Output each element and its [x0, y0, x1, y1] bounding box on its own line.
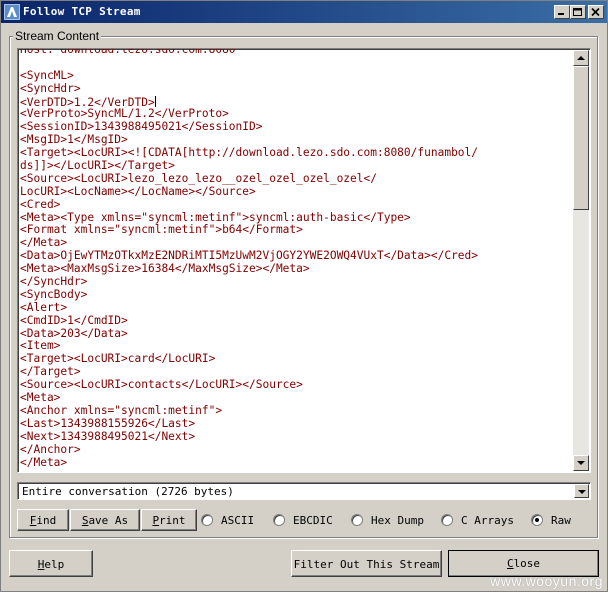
find-label: Find — [29, 514, 57, 527]
filter-out-label: Filter Out This Stream — [293, 558, 440, 571]
stream-line: LocURI><LocName></LocName></Source> — [20, 184, 256, 198]
print-label: Print — [152, 514, 186, 527]
maximize-button[interactable] — [570, 5, 586, 19]
conversation-select-value: Entire conversation (2726 bytes) — [22, 485, 234, 498]
wireshark-fin-icon — [4, 4, 20, 20]
stream-line: </Anchor> — [20, 442, 81, 456]
stream-line: <Source><LocURI>contacts</LocURI></Sourc… — [20, 378, 303, 392]
scroll-thumb[interactable] — [573, 66, 589, 210]
close-window-button[interactable] — [588, 5, 604, 19]
conversation-select[interactable]: Entire conversation (2726 bytes) — [17, 482, 591, 500]
scroll-down-button[interactable] — [573, 455, 589, 471]
stream-line: <SyncHdr> — [20, 81, 81, 95]
save-as-button[interactable]: Save As — [70, 509, 140, 531]
radio-label: Hex Dump — [371, 514, 424, 527]
stream-line — [20, 57, 574, 70]
stream-line: Host: download.lezo.sdo.com:8080 — [20, 48, 236, 56]
minimize-button[interactable] — [554, 5, 570, 19]
radio-circle — [201, 514, 213, 526]
text-caret — [154, 95, 156, 107]
stream-line: <SyncML> — [20, 68, 74, 82]
radio-selected-dot — [535, 518, 539, 522]
stream-line: <Meta> — [20, 391, 61, 405]
print-button[interactable]: Print — [141, 509, 197, 531]
stream-line: <Last>1343988155926</Last> — [20, 416, 196, 430]
stream-line: ds]]></LocURI></Target> — [20, 159, 175, 173]
follow-tcp-stream-window: Follow TCP Stream Stream Content Host: d… — [0, 0, 608, 592]
stream-content-textarea[interactable]: Host: download.lezo.sdo.com:8080 <SyncML>… — [17, 48, 591, 473]
stream-line: </SyncHdr> — [20, 275, 88, 289]
radio-label: ASCII — [221, 514, 255, 527]
stream-line: <Cred> — [20, 197, 61, 211]
chevron-down-icon[interactable] — [574, 484, 589, 498]
close-label: Close — [506, 557, 541, 570]
stream-content-label: Stream Content — [13, 29, 102, 43]
stream-line: <Next>1343988495021</Next> — [20, 429, 196, 443]
stream-line: <CmdID>1</CmdID> — [20, 313, 128, 327]
stream-line: <SyncBody> — [20, 287, 88, 301]
stream-line: <Target><LocURI>card</LocURI> — [20, 352, 216, 366]
stream-line: <Data>203</Data> — [20, 326, 128, 340]
radio-circle — [351, 514, 363, 526]
scroll-up-button[interactable] — [573, 50, 589, 66]
filter-out-stream-button[interactable]: Filter Out This Stream — [291, 550, 442, 577]
stream-line: </Meta> — [20, 455, 68, 469]
radio-label: C Arrays — [461, 514, 514, 527]
stream-line: <Meta><MaxMsgSize>16384</MaxMsgSize></Me… — [20, 262, 310, 276]
stream-text: Host: download.lezo.sdo.com:8080 <SyncML>… — [20, 48, 574, 469]
radio-label: Raw — [551, 514, 571, 527]
help-button[interactable]: Help — [9, 550, 93, 577]
save-as-label: Save As — [81, 514, 129, 527]
stream-line: <Source><LocURI>lezo_lezo_lezo__ozel_oze… — [20, 171, 377, 185]
watermark: www.wooyun.org — [490, 573, 603, 589]
stream-line: <Alert> — [20, 300, 68, 314]
radio-label: EBCDIC — [293, 514, 333, 527]
find-button[interactable]: Find — [17, 509, 69, 531]
radio-circle — [273, 514, 285, 526]
stream-line: <Anchor xmlns="syncml:metinf"> — [20, 403, 223, 417]
help-label: Help — [37, 558, 65, 571]
radio-circle — [531, 514, 543, 526]
title-bar[interactable]: Follow TCP Stream — [1, 1, 607, 23]
radio-circle — [441, 514, 453, 526]
window-title: Follow TCP Stream — [23, 5, 141, 18]
vertical-scrollbar[interactable] — [573, 50, 589, 471]
stream-line: <Format xmlns="syncml:metinf">b64</Forma… — [20, 223, 303, 237]
